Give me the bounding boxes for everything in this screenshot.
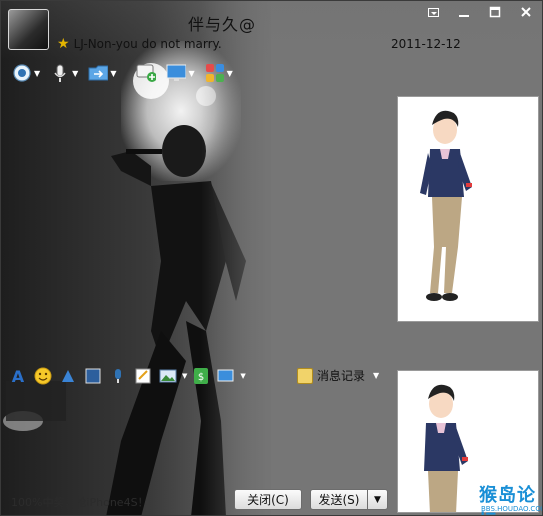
message-log-button[interactable]: 消息记录 ▼ [297,367,379,384]
message-log-icon [297,367,313,384]
send-options-button[interactable]: ▼ [367,489,388,510]
close-icon [521,7,531,17]
create-group-button[interactable] [133,61,159,85]
date-label: 2011-12-12 [391,37,461,51]
chat-toolbar: ▼ ▼ ▼ ▼ ▼ [9,61,236,85]
remote-assist-button[interactable]: ▼ [163,61,197,85]
svg-text:$: $ [198,372,204,383]
chat-window: 伴与久@ ★ LJ-Non-you do not marry. 2011-12-… [0,0,543,516]
ad-status-text[interactable]: 100%中奖，抢iPhone4S！ [11,494,149,510]
shake-icon[interactable] [57,365,79,387]
chevron-down-icon[interactable]: ▼ [373,371,379,380]
voice-message-icon[interactable] [107,365,129,387]
font-icon[interactable]: A [7,365,29,387]
voice-call-button[interactable]: ▼ [47,61,81,85]
screen-icon[interactable] [82,365,104,387]
avatar-figure-contact [420,110,472,301]
chevron-down-icon[interactable]: ▼ [34,69,40,78]
chevron-down-icon: ▼ [374,494,381,505]
star-icon: ★ [57,36,70,52]
contact-nickname: 伴与久@ [188,15,257,34]
apps-button[interactable]: ▼ [202,61,236,85]
camera-icon [12,63,32,83]
contact-avatar[interactable] [8,9,49,50]
microphone-icon [50,63,70,83]
apps-grid-icon [205,63,225,83]
note-icon[interactable] [132,365,154,387]
contact-show-panel [397,96,539,322]
contact-signature: ★ LJ-Non-you do not marry. [57,36,222,52]
money-icon[interactable]: $ [190,365,212,387]
screenshot-icon[interactable] [215,365,237,387]
folder-icon [88,63,109,83]
chat-add-icon [136,63,157,83]
chevron-down-icon[interactable]: ▼ [72,69,78,78]
maximize-button[interactable] [481,3,509,21]
close-window-button[interactable] [512,3,540,21]
video-call-button[interactable]: ▼ [9,61,43,85]
minimize-icon [459,15,469,17]
emoji-icon[interactable] [32,365,54,387]
menu-icon [427,7,439,17]
watermark: 猴岛论坛 BBS.HOUDAO.COM [479,481,543,515]
menu-button[interactable] [419,3,447,21]
message-input[interactable] [1,389,393,487]
minimize-button[interactable] [450,3,478,21]
message-log-label: 消息记录 [317,369,366,383]
image-icon[interactable] [157,365,179,387]
chevron-down-icon[interactable]: ▼ [110,69,116,78]
close-button[interactable]: 关闭(C) [234,489,302,510]
monitor-icon [166,63,187,83]
chevron-down-icon[interactable]: ▼ [188,69,194,78]
chevron-down-icon[interactable]: ▼ [240,372,245,380]
chevron-down-icon[interactable]: ▼ [227,69,233,78]
watermark-subtitle: BBS.HOUDAO.COM [481,505,543,513]
send-file-button[interactable]: ▼ [85,61,119,85]
send-button[interactable]: 发送(S) [310,489,368,510]
maximize-icon [489,6,501,18]
signature-text: LJ-Non-you do not marry. [73,37,222,51]
window-controls [419,3,540,21]
chevron-down-icon[interactable]: ▼ [182,372,187,380]
